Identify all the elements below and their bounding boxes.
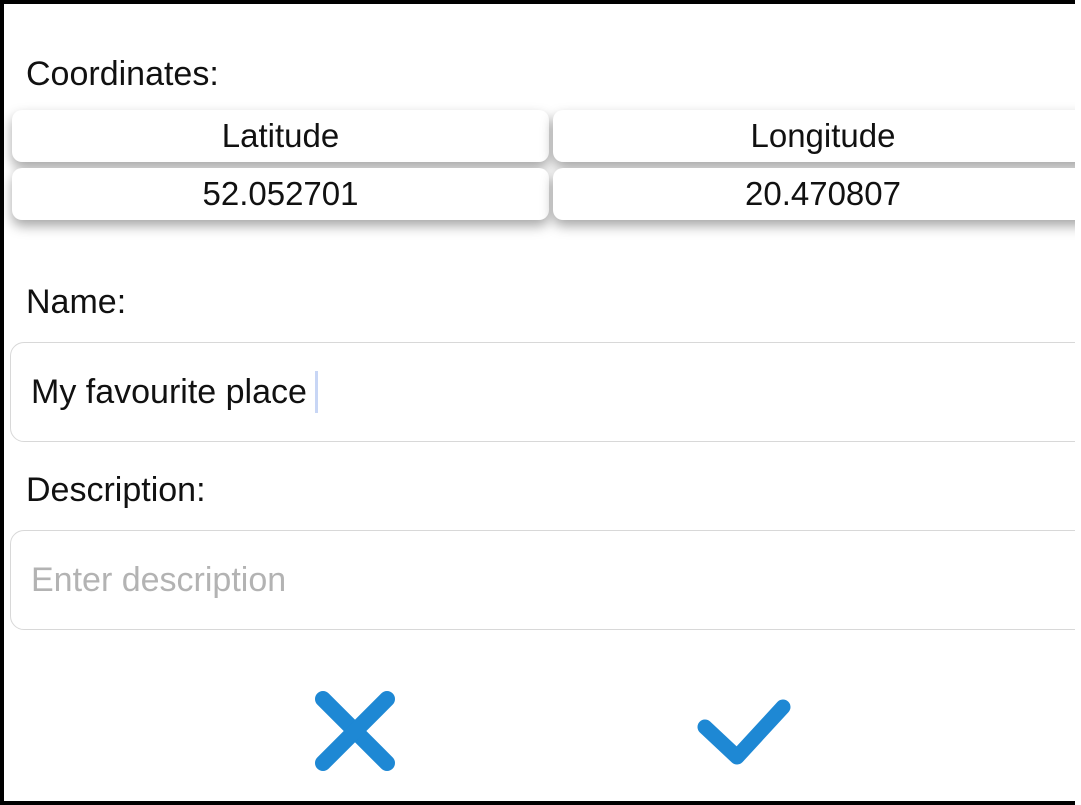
cancel-button[interactable] (300, 676, 410, 786)
coordinates-table: Latitude Longitude 52.052701 20.470807 (8, 106, 1075, 226)
name-input-value: My favourite place (31, 372, 307, 411)
place-form: Coordinates: Latitude Longitude 52.05270… (0, 0, 1075, 805)
close-icon (315, 691, 395, 771)
longitude-value: 20.470807 (553, 168, 1075, 220)
name-label: Name: (26, 283, 127, 321)
description-label: Description: (26, 471, 206, 509)
description-input[interactable]: Enter description (10, 530, 1075, 630)
longitude-header: Longitude (553, 110, 1075, 162)
text-caret (314, 371, 318, 413)
coordinates-label: Coordinates: (26, 55, 219, 93)
latitude-value: 52.052701 (12, 168, 549, 220)
name-input[interactable]: My favourite place (10, 342, 1075, 442)
check-icon (697, 699, 791, 765)
latitude-header: Latitude (12, 110, 549, 162)
description-placeholder: Enter description (31, 560, 287, 599)
confirm-button[interactable] (688, 676, 798, 786)
